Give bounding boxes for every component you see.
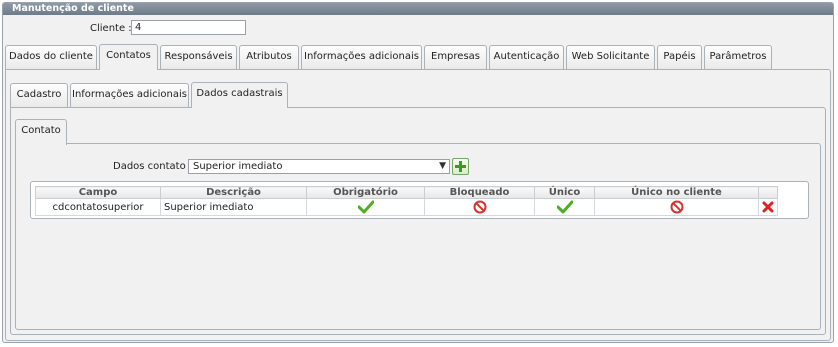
blocked-icon <box>670 200 683 214</box>
fields-table: Campo Descrição Obrigatório Bloqueado Ún… <box>35 186 778 216</box>
tab-atributos[interactable]: Atributos <box>239 45 299 69</box>
dropdown-arrow-icon: ▼ <box>439 161 446 171</box>
subtab-informacoes-adicionais[interactable]: Informações adicionais <box>70 83 189 107</box>
col-unico[interactable]: Único <box>534 186 595 199</box>
tab-informacoes-adicionais[interactable]: Informações adicionais <box>301 45 422 69</box>
cell-descricao: Superior imediato <box>160 198 307 216</box>
subtab-cadastro[interactable]: Cadastro <box>10 83 68 107</box>
delete-icon[interactable] <box>762 201 774 213</box>
tab-dados-do-cliente[interactable]: Dados do cliente <box>5 45 97 69</box>
tab-empresas[interactable]: Empresas <box>424 45 487 69</box>
tab-responsaveis[interactable]: Responsáveis <box>160 45 237 69</box>
check-icon <box>556 200 573 214</box>
plus-icon <box>455 161 466 172</box>
dados-contato-label: Dados contato : <box>113 161 193 172</box>
dados-contato-select[interactable]: Superior imediato ▼ <box>188 159 450 174</box>
add-field-button[interactable] <box>452 158 469 175</box>
client-input[interactable]: 4 <box>131 20 246 35</box>
cell-campo: cdcontatosuperior <box>35 198 161 216</box>
col-campo[interactable]: Campo <box>35 186 161 199</box>
col-bloqueado[interactable]: Bloqueado <box>424 186 535 199</box>
client-label: Cliente : <box>90 23 132 34</box>
fields-grid: Campo Descrição Obrigatório Bloqueado Ún… <box>30 181 809 219</box>
cell-unico[interactable] <box>534 198 595 216</box>
cell-unico-no-cliente[interactable] <box>594 198 759 216</box>
blocked-icon <box>473 200 486 214</box>
tab-contato[interactable]: Contato <box>15 119 67 145</box>
dados-contato-value: Superior imediato <box>193 161 283 172</box>
cell-delete[interactable] <box>758 198 778 216</box>
window-title: Manutenção de cliente <box>3 3 833 15</box>
subtab-dados-cadastrais[interactable]: Dados cadastrais <box>191 82 288 108</box>
client-maintenance-window: Manutenção de cliente Cliente : 4 Dados … <box>2 2 834 343</box>
tab-papeis[interactable]: Papéis <box>657 45 702 69</box>
check-icon <box>357 200 374 214</box>
table-header-row: Campo Descrição Obrigatório Bloqueado Ún… <box>35 186 778 199</box>
tab-parametros[interactable]: Parâmetros <box>704 45 772 69</box>
table-row[interactable]: cdcontatosuperior Superior imediato <box>35 198 778 216</box>
cell-obrigatorio[interactable] <box>306 198 425 216</box>
col-actions <box>758 186 778 199</box>
col-descricao[interactable]: Descrição <box>160 186 307 199</box>
tab-contatos[interactable]: Contatos <box>99 44 158 70</box>
cell-bloqueado[interactable] <box>424 198 535 216</box>
col-unico-no-cliente[interactable]: Único no cliente <box>594 186 759 199</box>
col-obrigatorio[interactable]: Obrigatório <box>306 186 425 199</box>
tab-autenticacao[interactable]: Autenticação <box>489 45 564 69</box>
tab-web-solicitante[interactable]: Web Solicitante <box>566 45 655 69</box>
